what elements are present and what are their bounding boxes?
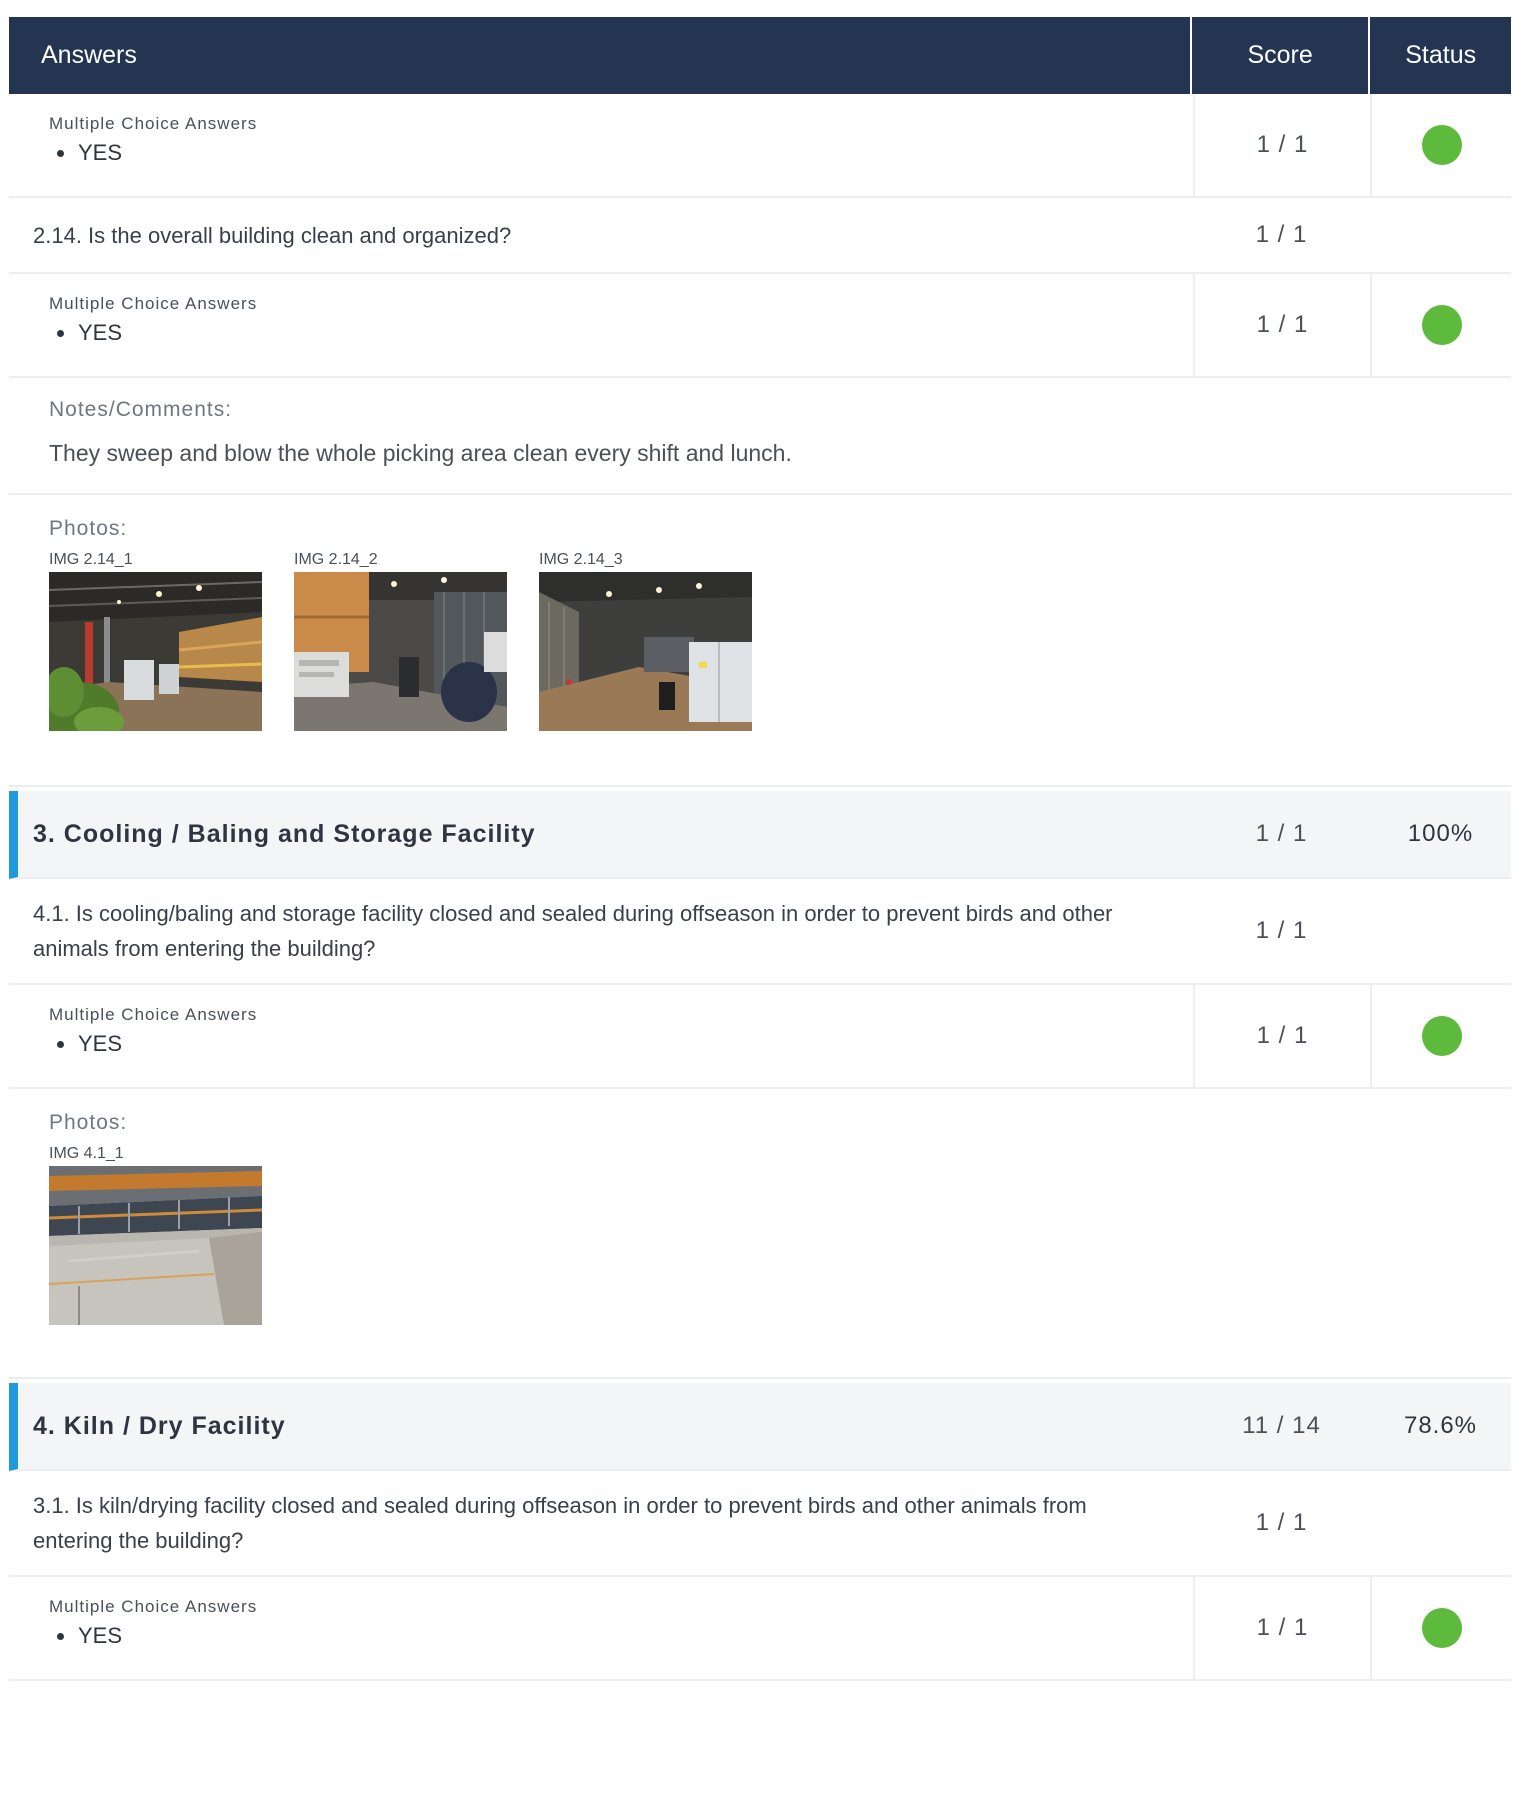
answer-row: Multiple Choice Answers YES 1 / 1 (9, 1577, 1511, 1681)
status-cell (1370, 198, 1511, 272)
warehouse-photo[interactable] (49, 572, 262, 731)
answer-cell: Multiple Choice Answers YES (9, 94, 1193, 196)
bullet-icon (57, 1632, 64, 1640)
status-cell (1370, 985, 1511, 1087)
answer-value: YES (78, 1623, 123, 1648)
answer-row: Multiple Choice Answers YES 1 / 1 (9, 94, 1511, 198)
question-row: 3.1. Is kiln/drying facility closed and … (9, 1471, 1511, 1577)
answer-cell: Multiple Choice Answers YES (9, 985, 1193, 1087)
status-indicator-icon (1421, 125, 1462, 165)
score-cell: 1 / 1 (1255, 221, 1308, 248)
bullet-icon (57, 149, 64, 157)
warehouse-photo[interactable] (294, 572, 507, 731)
score-cell: 1 / 1 (1193, 985, 1370, 1087)
section-score: 11 / 14 (1242, 1412, 1321, 1439)
section-header-row: 4. Kiln / Dry Facility 11 / 14 78.6% (9, 1383, 1511, 1471)
question-row: 4.1. Is cooling/baling and storage facil… (9, 879, 1511, 985)
status-column-header: Status (1368, 17, 1511, 94)
section-score: 1 / 1 (1255, 820, 1308, 847)
score-cell: 1 / 1 (1193, 274, 1370, 376)
score-cell: 1 / 1 (1193, 94, 1370, 196)
answer-cell: Multiple Choice Answers YES (9, 274, 1193, 376)
status-cell (1370, 1577, 1511, 1679)
answer-item: YES (49, 140, 122, 166)
multiple-choice-label: Multiple Choice Answers (49, 1597, 258, 1616)
bullet-icon (57, 1040, 64, 1048)
photo-caption: IMG 4.1_1 (49, 1145, 124, 1162)
section-header-row: 3. Cooling / Baling and Storage Facility… (9, 791, 1511, 879)
facility-photo[interactable] (49, 1166, 262, 1325)
question-row: 2.14. Is the overall building clean and … (9, 198, 1511, 274)
notes-text: They sweep and blow the whole picking ar… (49, 440, 792, 466)
section-title: 3. Cooling / Baling and Storage Facility (33, 819, 536, 848)
multiple-choice-label: Multiple Choice Answers (49, 294, 258, 313)
photo-thumbnail[interactable]: IMG 4.1_1 (49, 1145, 262, 1325)
answer-row: Multiple Choice Answers YES 1 / 1 (9, 274, 1511, 378)
multiple-choice-label: Multiple Choice Answers (49, 114, 258, 133)
question-text: 3.1. Is kiln/drying facility closed and … (33, 1493, 1087, 1553)
score-cell: 1 / 1 (1193, 1577, 1370, 1679)
answer-item: YES (49, 1623, 122, 1649)
score-cell: 1 / 1 (1255, 917, 1308, 944)
section-percent: 78.6% (1403, 1412, 1478, 1439)
answer-value: YES (78, 140, 123, 165)
photo-caption: IMG 2.14_1 (49, 551, 133, 568)
section-percent: 100% (1407, 820, 1474, 847)
photo-list: IMG 2.14_1 IMG 2.14_2 IMG 2.14_3 (49, 551, 1511, 731)
score-column-header: Score (1189, 17, 1369, 94)
answers-column-header: Answers (41, 41, 137, 69)
multiple-choice-label: Multiple Choice Answers (49, 1005, 258, 1024)
status-cell (1370, 1471, 1511, 1575)
status-indicator-icon (1421, 305, 1462, 345)
table-header: Answers Score Status (9, 17, 1511, 94)
photos-label: Photos: (49, 517, 128, 540)
photo-thumbnail[interactable]: IMG 2.14_2 (294, 551, 507, 731)
section-title: 4. Kiln / Dry Facility (33, 1411, 286, 1440)
inspection-report: Answers Score Status Multiple Choice Ans… (9, 17, 1511, 1681)
question-text: 4.1. Is cooling/baling and storage facil… (33, 901, 1113, 961)
question-text: 2.14. Is the overall building clean and … (33, 222, 512, 248)
status-cell (1370, 274, 1511, 376)
status-cell (1370, 879, 1511, 983)
bullet-icon (57, 329, 64, 337)
warehouse-photo[interactable] (539, 572, 752, 731)
status-cell (1370, 94, 1511, 196)
notes-label: Notes/Comments: (49, 398, 233, 421)
photos-label: Photos: (49, 1111, 128, 1134)
status-indicator-icon (1421, 1608, 1462, 1648)
photo-caption: IMG 2.14_3 (539, 551, 623, 568)
photo-caption: IMG 2.14_2 (294, 551, 378, 568)
photo-thumbnail[interactable]: IMG 2.14_3 (539, 551, 752, 731)
answer-cell: Multiple Choice Answers YES (9, 1577, 1193, 1679)
answer-item: YES (49, 1031, 122, 1057)
photo-list: IMG 4.1_1 (49, 1145, 1511, 1325)
answer-item: YES (49, 320, 122, 346)
answer-value: YES (78, 320, 123, 345)
score-cell: 1 / 1 (1255, 1509, 1308, 1536)
photo-thumbnail[interactable]: IMG 2.14_1 (49, 551, 262, 731)
notes-row: Notes/Comments: They sweep and blow the … (9, 378, 1511, 495)
photos-row: Photos: IMG 4.1_1 (9, 1089, 1511, 1379)
photos-row: Photos: IMG 2.14_1 IMG 2.14_2 IMG 2.14_3 (9, 495, 1511, 787)
answer-value: YES (78, 1031, 123, 1056)
answer-row: Multiple Choice Answers YES 1 / 1 (9, 985, 1511, 1089)
status-indicator-icon (1421, 1016, 1462, 1056)
